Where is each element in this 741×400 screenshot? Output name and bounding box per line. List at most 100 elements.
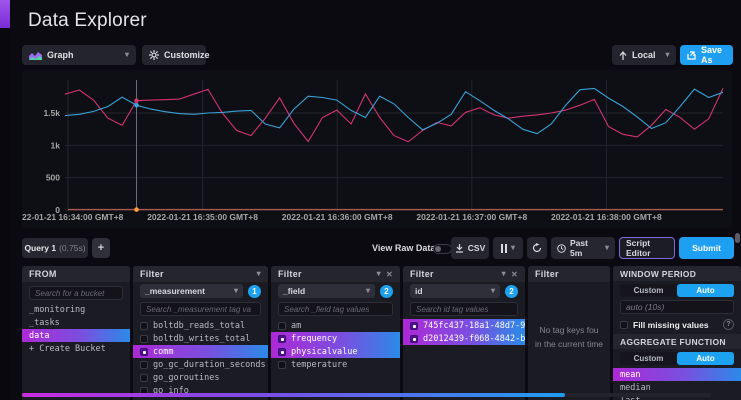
tag-value-item[interactable]: go_gc_duration_seconds (133, 358, 268, 371)
customize-button[interactable]: Customize (142, 45, 206, 65)
bucket-item[interactable]: _tasks (22, 316, 130, 329)
selected-count-badge: 1 (248, 285, 261, 298)
tag-value-search-input[interactable] (278, 302, 393, 316)
horizontal-scrollbar-thumb[interactable] (22, 393, 565, 397)
time-range-dropdown[interactable]: Past 5m ▾ (551, 237, 615, 259)
script-editor-button[interactable]: Script Editor (619, 237, 675, 259)
query-duration: (0.75s) (59, 243, 85, 253)
tag-key-dropdown[interactable]: _field ▾ (278, 284, 375, 298)
create-bucket-label: + Create Bucket (29, 344, 106, 354)
create-bucket-button[interactable]: + Create Bucket (22, 342, 130, 355)
chevron-down-icon: ▾ (491, 287, 495, 295)
auto-option-selected[interactable]: Auto (677, 352, 734, 365)
chevron-down-icon[interactable]: ▾ (377, 270, 381, 278)
page-title: Data Explorer (28, 10, 147, 32)
function-label: mean (620, 370, 640, 380)
upload-arrow-icon (619, 51, 627, 60)
bucket-item[interactable]: _monitoring (22, 303, 130, 316)
window-period-header: WINDOW PERIOD (613, 266, 741, 281)
tag-value-label: d2012439-f068-4842-bfef-8… (423, 334, 525, 344)
save-as-button[interactable]: Save As (680, 45, 733, 65)
download-csv-button[interactable]: CSV (451, 237, 489, 259)
bucket-search-input[interactable] (29, 286, 123, 300)
filter-panel-empty: Filter No tag keys fou in the current ti… (528, 266, 610, 400)
auto-option-selected[interactable]: Auto (677, 284, 734, 297)
custom-option[interactable]: Custom (620, 284, 677, 297)
svg-text:2022-01-21 16:34:00 GMT+8: 2022-01-21 16:34:00 GMT+8 (22, 212, 124, 222)
tag-value-item[interactable]: boltdb_reads_total (133, 319, 268, 332)
close-icon[interactable]: ✕ (386, 270, 393, 279)
refresh-button[interactable] (527, 237, 547, 259)
checkbox (278, 322, 286, 330)
tag-value-item[interactable]: temperature (271, 358, 400, 371)
tag-value-item-selected[interactable]: d2012439-f068-4842-bfef-8… (403, 332, 525, 345)
svg-text:1k: 1k (51, 140, 61, 150)
tag-value-search-input[interactable] (140, 302, 261, 316)
pause-icon (501, 244, 507, 253)
tag-key-dropdown[interactable]: id ▾ (410, 284, 500, 298)
tag-value-label: comm (153, 347, 173, 357)
checkbox[interactable] (620, 321, 628, 329)
view-raw-data-toggle[interactable] (433, 244, 452, 254)
chevron-down-icon: ▾ (125, 51, 129, 59)
line-chart[interactable]: 1.5k1k50002022-01-21 16:34:00 GMT+82022-… (22, 70, 732, 228)
bucket-label: _monitoring (29, 305, 85, 315)
tag-key-dropdown[interactable]: _measurement ▾ (140, 284, 243, 298)
tag-value-item[interactable]: am (271, 319, 400, 332)
checkbox (140, 335, 148, 343)
chevron-down-icon[interactable]: ▾ (257, 270, 261, 278)
window-period-input[interactable]: auto (10s) (620, 300, 734, 314)
pause-dropdown-button[interactable]: ▾ (493, 237, 523, 259)
tag-value-item-selected[interactable]: comm (133, 345, 268, 358)
tag-value-item[interactable]: go_goroutines (133, 371, 268, 384)
refresh-icon (532, 243, 542, 253)
query-tab[interactable]: Query 1 (0.75s) (22, 238, 88, 258)
no-tag-keys-message: No tag keys fou in the current time (528, 282, 610, 351)
chevron-down-icon[interactable]: ▾ (502, 270, 506, 278)
tag-value-label: go_goroutines (153, 373, 220, 383)
function-label: median (620, 383, 651, 393)
nav-sidebar-collapsed[interactable] (0, 0, 10, 400)
checkbox-checked (410, 335, 418, 343)
vertical-scrollbar[interactable] (735, 233, 740, 243)
svg-text:2022-01-21 16:35:00 GMT+8: 2022-01-21 16:35:00 GMT+8 (147, 212, 258, 222)
tag-key-label: _field (283, 286, 305, 296)
chart-panel[interactable]: 1.5k1k50002022-01-21 16:34:00 GMT+82022-… (22, 70, 732, 228)
script-editor-label: Script Editor (626, 238, 668, 258)
checkbox-checked (140, 348, 148, 356)
tag-value-item[interactable]: boltdb_writes_total (133, 332, 268, 345)
aggregate-function-selected[interactable]: mean (613, 368, 741, 381)
bucket-item-selected[interactable]: data (22, 329, 130, 342)
from-bucket-panel: FROM _monitoring _tasks data + Create Bu… (22, 266, 130, 400)
visualization-type-dropdown[interactable]: Graph ▾ (22, 45, 136, 65)
toggle-knob (435, 246, 441, 252)
clock-icon (557, 244, 566, 253)
horizontal-scrollbar-track[interactable] (565, 393, 711, 397)
tag-value-item-selected[interactable]: physicalvalue (271, 345, 400, 358)
fill-missing-values-row[interactable]: Fill missing values ? (613, 318, 741, 334)
submit-button[interactable]: Submit (679, 237, 734, 259)
help-icon[interactable]: ? (723, 319, 734, 330)
write-target-dropdown[interactable]: Local ▾ (612, 45, 676, 65)
checkbox-checked (278, 348, 286, 356)
checkbox-checked (278, 335, 286, 343)
filter-panel-title: Filter (410, 269, 434, 279)
aggregate-mode-toggle[interactable]: Custom Auto (620, 352, 734, 365)
window-period-mode-toggle[interactable]: Custom Auto (620, 284, 734, 297)
tag-value-item-selected[interactable]: 745fc437-18a1-48d7-98a6-7… (403, 319, 525, 332)
selected-count-badge: 2 (380, 285, 393, 298)
svg-text:2022-01-21 16:37:00 GMT+8: 2022-01-21 16:37:00 GMT+8 (416, 212, 527, 222)
filter-panel-measurement: Filter ▾ _measurement ▾ 1 boltdb_reads_t… (133, 266, 268, 400)
app-logo[interactable] (0, 0, 10, 28)
aggregate-function-header: AGGREGATE FUNCTION (613, 334, 741, 349)
checkbox (140, 374, 148, 382)
checkbox (140, 361, 148, 369)
svg-text:500: 500 (46, 173, 60, 183)
add-query-button[interactable]: + (92, 238, 110, 258)
close-icon[interactable]: ✕ (511, 270, 518, 279)
chevron-down-icon: ▾ (234, 287, 238, 295)
tag-value-item-selected[interactable]: frequency (271, 332, 400, 345)
custom-option[interactable]: Custom (620, 352, 677, 365)
tag-value-label: physicalvalue (291, 347, 358, 357)
tag-value-search-input[interactable] (410, 302, 518, 316)
